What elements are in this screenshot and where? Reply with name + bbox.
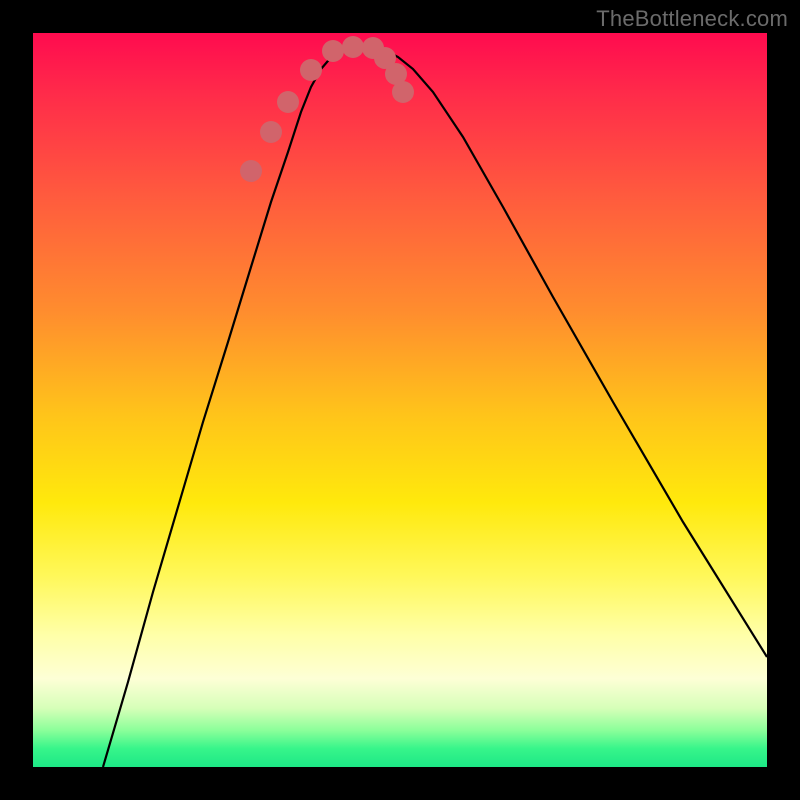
marker-dot [240, 160, 262, 182]
outer-frame: TheBottleneck.com [0, 0, 800, 800]
marker-dot [392, 81, 414, 103]
curve-svg [33, 33, 767, 767]
marker-dot [277, 91, 299, 113]
plot-area [33, 33, 767, 767]
bottleneck-curve [103, 45, 767, 767]
marker-dot [322, 40, 344, 62]
marker-dot [260, 121, 282, 143]
marker-dot [300, 59, 322, 81]
highlight-markers [240, 36, 414, 182]
marker-dot [342, 36, 364, 58]
watermark-text: TheBottleneck.com [596, 6, 788, 32]
